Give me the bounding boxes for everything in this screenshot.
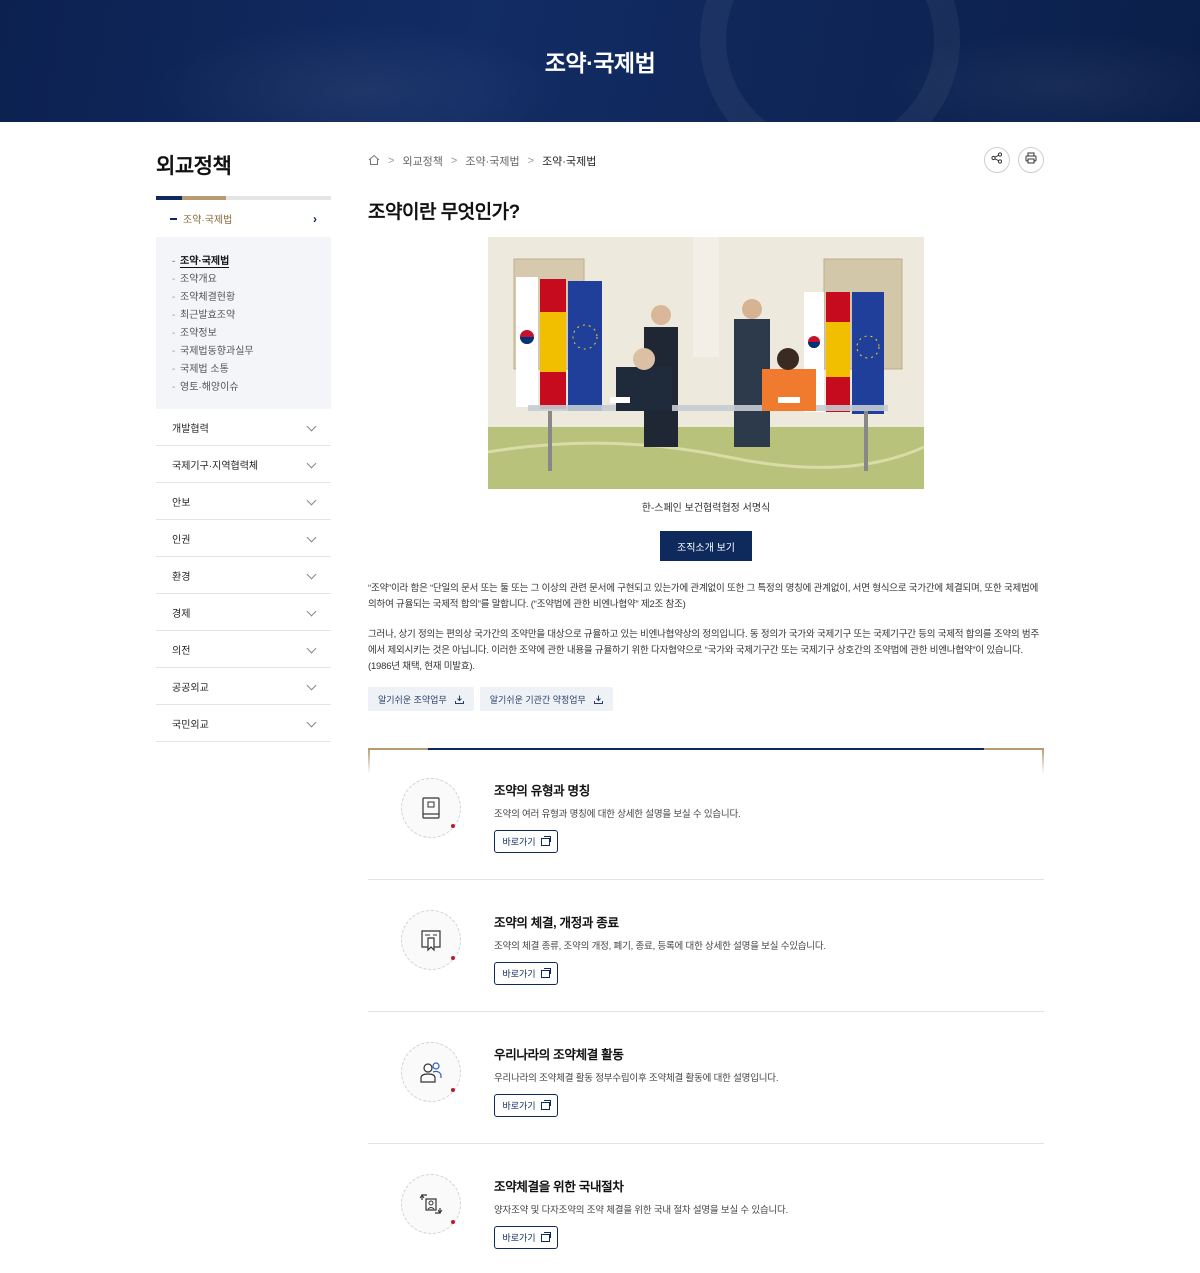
banner-title: 조약·국제법	[544, 50, 656, 76]
download-buttons: 알기쉬운 조약업무 알기쉬운 기관간 약정업무	[368, 687, 613, 711]
card-title: 조약의 체결, 개정과 종료	[494, 916, 619, 930]
submenu-item[interactable]: - 영토·해양이슈	[172, 379, 331, 397]
sidebar-item-economy[interactable]: 경제	[156, 594, 331, 631]
card-description: 조약의 여러 유형과 명칭에 대한 상세한 설명을 보실 수 있습니다.	[494, 809, 741, 820]
sidebar-item-intl-org[interactable]: 국제기구·지역협력체	[156, 446, 331, 483]
breadcrumb-level2[interactable]: 조약·국제법	[465, 153, 519, 169]
breadcrumb-level1[interactable]: 외교정책	[402, 153, 442, 169]
card-treaty-conclusion: 조약의 체결, 개정과 종료 조약의 체결 종류, 조약의 개정, 폐기, 종료…	[368, 880, 1044, 1012]
print-button[interactable]	[1018, 147, 1044, 173]
page-title: 조약이란 무엇인가?	[368, 202, 520, 223]
new-window-icon	[540, 835, 551, 846]
people-icon	[401, 1042, 461, 1102]
sidebar-item-environment[interactable]: 환경	[156, 557, 331, 594]
chevron-down-icon	[306, 421, 317, 432]
signing-ceremony-photo	[488, 237, 924, 489]
chevron-down-icon	[306, 495, 317, 506]
new-window-icon	[540, 1099, 551, 1110]
sidebar-title: 외교정책	[156, 155, 232, 178]
share-icon	[991, 151, 1003, 169]
card-title: 우리나라의 조약체결 활동	[494, 1048, 624, 1062]
card-go-button[interactable]: 바로가기	[494, 962, 558, 985]
sidebar: 외교정책 조약·국제법 › - 조약·국제법 - 조약개요 - 조약체결현황 - 최근발…	[156, 150, 331, 742]
submenu-item[interactable]: - 조약체결현황	[172, 289, 331, 307]
org-intro-button[interactable]: 조직소개 보기	[660, 531, 752, 561]
print-icon	[1025, 151, 1037, 169]
download-treaty-guide-button[interactable]: 알기쉬운 조약업무	[368, 687, 474, 711]
card-description: 양자조약 및 다자조약의 조약 체결을 위한 국내 절차 설명을 보실 수 있습…	[494, 1205, 789, 1216]
chevron-down-icon	[306, 458, 317, 469]
card-treaty-types: 조약의 유형과 명칭 조약의 여러 유형과 명칭에 대한 상세한 설명을 보실 …	[368, 748, 1044, 880]
card-go-button[interactable]: 바로가기	[494, 830, 558, 853]
chevron-down-icon	[306, 606, 317, 617]
breadcrumb: > 외교정책 > 조약·국제법 > 조약·국제법	[368, 153, 596, 169]
document-bookmark-icon	[401, 910, 461, 970]
book-icon	[401, 778, 461, 838]
card-title: 조약의 유형과 명칭	[494, 784, 590, 798]
submenu-item[interactable]: - 국제법 소통	[172, 361, 331, 379]
download-icon	[593, 695, 603, 704]
chevron-down-icon	[306, 643, 317, 654]
submenu-item[interactable]: - 최근발효조약	[172, 307, 331, 325]
chevron-down-icon	[306, 680, 317, 691]
card-korea-treaty-activities: 우리나라의 조약체결 활동 우리나라의 조약체결 활동 정부수립이후 조약체결 …	[368, 1012, 1044, 1144]
intro-paragraph-2: 그러나, 상기 정의는 편의상 국가간의 조약만을 대상으로 규율하고 있는 비…	[368, 629, 1039, 672]
photo-caption: 한-스페인 보건협력협정 서명식	[641, 503, 771, 514]
sidebar-item-human-rights[interactable]: 인권	[156, 520, 331, 557]
download-icon	[454, 695, 464, 704]
share-button[interactable]	[984, 147, 1010, 173]
download-agency-agreement-guide-button[interactable]: 알기쉬운 기관간 약정업무	[479, 687, 613, 711]
chevron-down-icon	[306, 717, 317, 728]
home-icon[interactable]	[368, 154, 380, 169]
chevron-down-icon	[306, 569, 317, 580]
page-banner: 조약·국제법	[0, 0, 1200, 122]
card-title: 조약체결을 위한 국내절차	[494, 1180, 624, 1194]
new-window-icon	[540, 1231, 551, 1242]
submenu-item[interactable]: - 조약·국제법	[172, 253, 331, 271]
breadcrumb-current: 조약·국제법	[542, 156, 597, 168]
submenu-item[interactable]: - 국제법동향과실무	[172, 343, 331, 361]
submenu-item[interactable]: - 조약정보	[172, 325, 331, 343]
card-description: 우리나라의 조약체결 활동 정부수립이후 조약체결 활동에 대한 설명입니다.	[494, 1073, 779, 1084]
sidebar-active-menu[interactable]: 조약·국제법 ›	[156, 200, 331, 237]
intro-paragraph-1: “조약”이라 함은 “단일의 문서 또는 둘 또는 그 이상의 관련 문서에 구…	[368, 583, 1039, 610]
card-go-button[interactable]: 바로가기	[494, 1226, 558, 1249]
sidebar-item-development[interactable]: 개발협력	[156, 409, 331, 446]
sidebar-active-label: 조약·국제법	[183, 215, 233, 226]
sidebar-item-security[interactable]: 안보	[156, 483, 331, 520]
card-domestic-procedure: 조약체결을 위한 국내절차 양자조약 및 다자조약의 조약 체결을 위한 국내 …	[368, 1144, 1044, 1273]
chevron-right-icon: ›	[313, 212, 317, 226]
sidebar-item-public-diplomacy[interactable]: 공공외교	[156, 668, 331, 705]
card-description: 조약의 체결 종류, 조약의 개정, 폐기, 종료, 등록에 대한 상세한 설명…	[494, 941, 826, 952]
card-go-button[interactable]: 바로가기	[494, 1094, 558, 1117]
page-tools	[984, 147, 1044, 173]
sidebar-item-protocol[interactable]: 의전	[156, 631, 331, 668]
chevron-down-icon	[306, 532, 317, 543]
new-window-icon	[540, 967, 551, 978]
sidebar-item-citizen-diplomacy[interactable]: 국민외교	[156, 705, 331, 742]
submenu-item[interactable]: - 조약개요	[172, 271, 331, 289]
sidebar-submenu: - 조약·국제법 - 조약개요 - 조약체결현황 - 최근발효조약 - 조약정보 - 국제법…	[156, 237, 331, 409]
procedure-icon	[401, 1174, 461, 1234]
